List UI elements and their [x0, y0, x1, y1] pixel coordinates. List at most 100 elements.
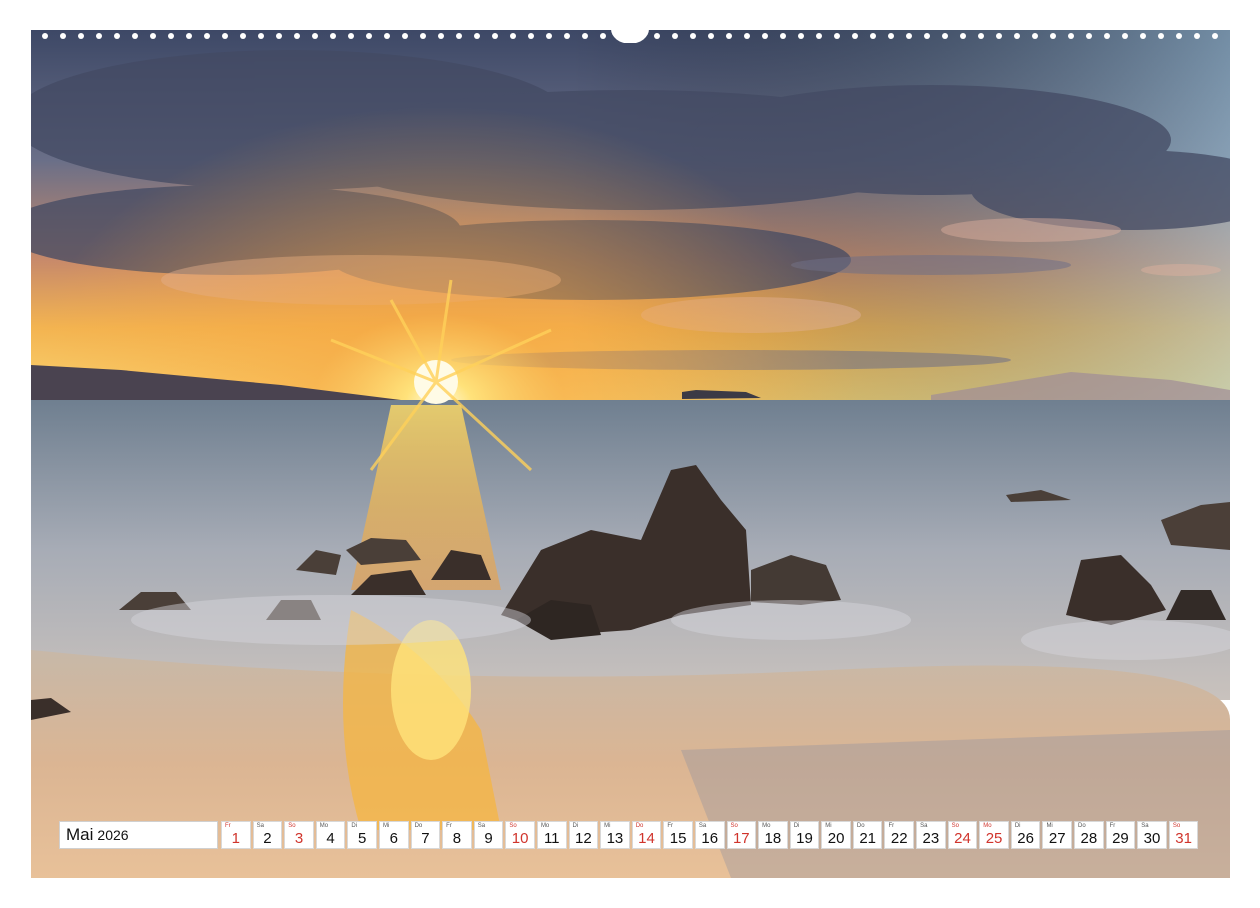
day-cell: Fr 8: [442, 821, 472, 849]
day-cell: Do 21: [852, 821, 883, 849]
day-number: 13: [606, 830, 624, 847]
day-number: 2: [263, 830, 272, 847]
day-number: 17: [732, 830, 750, 847]
day-cell: Mo 11: [536, 821, 567, 849]
day-number: 8: [452, 830, 462, 847]
day-cell: Sa 30: [1137, 821, 1167, 849]
day-number: 25: [985, 830, 1003, 847]
day-weekday: Mo: [762, 823, 771, 829]
day-cell: Fr 1: [221, 821, 251, 849]
day-weekday: Do: [1078, 823, 1086, 829]
calendar-photo: [31, 30, 1230, 878]
day-cell: So 3: [284, 821, 314, 849]
day-cell: Do 7: [410, 821, 441, 849]
day-number: 19: [796, 830, 813, 847]
day-cell: Sa 16: [694, 821, 725, 849]
day-weekday: Sa: [477, 823, 486, 829]
day-cell: Mo 25: [979, 821, 1009, 849]
day-number: 18: [764, 830, 782, 847]
day-number: 11: [543, 830, 560, 847]
day-weekday: Fr: [446, 823, 452, 829]
day-number: 1: [231, 830, 240, 847]
day-weekday: Do: [635, 823, 644, 829]
day-weekday: Di: [793, 823, 800, 829]
day-weekday: So: [288, 823, 296, 829]
day-number: 12: [574, 830, 592, 847]
day-number: 15: [669, 830, 687, 847]
day-weekday: Do: [856, 823, 865, 829]
day-cell: Mi 27: [1042, 821, 1073, 849]
day-cell: So 24: [947, 821, 978, 849]
day-cell: Sa 23: [916, 821, 946, 849]
day-weekday: Sa: [920, 823, 928, 829]
day-cell: Di 5: [347, 821, 377, 849]
day-weekday: So: [730, 823, 738, 829]
day-weekday: Mi: [825, 823, 832, 829]
day-number: 28: [1080, 830, 1098, 847]
day-weekday: Di: [1014, 823, 1021, 829]
day-cell: Di 26: [1010, 821, 1041, 849]
day-number: 7: [421, 830, 430, 847]
day-cell: Fr 22: [884, 821, 915, 849]
day-number: 4: [326, 830, 335, 847]
day-cell: So 31: [1168, 821, 1199, 849]
calendar-strip: Mai 2026 Fr 1 Sa 2 So 3 Mo 4 Di 5 Mi 6 Do 7 Fr 8 Sa 9 So 10…: [59, 821, 1203, 851]
day-weekday: Mo: [540, 823, 550, 829]
day-number: 30: [1143, 830, 1161, 847]
day-weekday: So: [1172, 823, 1181, 829]
month-name: Mai: [66, 825, 94, 844]
sunset-beach-image: [31, 30, 1230, 878]
day-cells: Fr 1 Sa 2 So 3 Mo 4 Di 5 Mi 6 Do 7 Fr 8 Sa 9 So 10 Mo 11 Di 12 M…: [221, 821, 1199, 851]
day-number: 21: [859, 830, 877, 847]
day-cell: Fr 15: [663, 821, 693, 849]
month-year: 2026: [97, 827, 129, 843]
day-cell: Mi 20: [821, 821, 851, 849]
day-number: 23: [922, 830, 940, 847]
day-number: 20: [827, 830, 845, 847]
day-weekday: Fr: [667, 823, 673, 829]
day-cell: Fr 29: [1105, 821, 1136, 849]
day-weekday: Mi: [604, 823, 611, 829]
day-number: 10: [511, 830, 529, 847]
day-weekday: Mi: [1046, 823, 1053, 829]
day-weekday: Fr: [1109, 823, 1116, 829]
day-number: 3: [294, 830, 304, 847]
day-weekday: Do: [414, 823, 423, 829]
day-number: 24: [954, 830, 971, 847]
day-cell: Mi 13: [600, 821, 630, 849]
day-number: 9: [484, 830, 493, 847]
day-weekday: Mi: [382, 823, 390, 829]
day-weekday: Sa: [698, 823, 707, 829]
day-number: 29: [1112, 830, 1129, 847]
day-weekday: So: [951, 823, 959, 829]
day-number: 31: [1175, 830, 1192, 847]
day-weekday: Sa: [1141, 823, 1149, 829]
day-cell: Di 12: [568, 821, 599, 849]
day-weekday: Di: [351, 823, 358, 829]
day-cell: Mo 18: [758, 821, 788, 849]
day-weekday: Sa: [256, 823, 264, 829]
day-number: 16: [701, 830, 719, 847]
day-weekday: Mo: [983, 823, 992, 829]
day-number: 5: [358, 830, 367, 847]
day-cell: Mi 6: [378, 821, 409, 849]
day-cell: Mo 4: [315, 821, 346, 849]
day-cell: Do 14: [631, 821, 662, 849]
day-weekday: Di: [572, 823, 579, 829]
day-weekday: Fr: [225, 823, 231, 829]
day-weekday: Fr: [888, 823, 895, 829]
day-weekday: So: [509, 823, 517, 829]
day-cell: So 17: [726, 821, 757, 849]
day-cell: Sa 9: [473, 821, 504, 849]
day-cell: Di 19: [789, 821, 820, 849]
day-number: 14: [638, 830, 655, 847]
day-weekday: Mo: [319, 823, 329, 829]
day-number: 26: [1017, 830, 1034, 847]
day-number: 6: [389, 830, 398, 847]
day-cell: Sa 2: [252, 821, 283, 849]
month-label: Mai 2026: [59, 821, 218, 849]
day-cell: Do 28: [1074, 821, 1104, 849]
day-number: 27: [1048, 830, 1066, 847]
day-number: 22: [890, 830, 908, 847]
day-cell: So 10: [505, 821, 535, 849]
